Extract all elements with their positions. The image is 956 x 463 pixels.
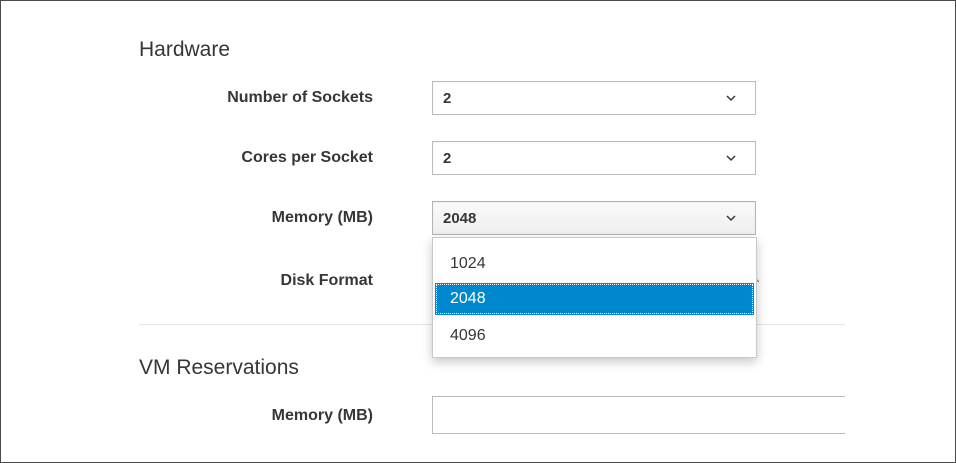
memory-label: Memory (MB) [271, 209, 373, 226]
settings-panel: Hardware Number of Sockets 2 Cores per S… [0, 0, 956, 463]
vm-reservations-title: VM Reservations [139, 356, 299, 379]
sockets-label: Number of Sockets [227, 89, 373, 106]
memory-select[interactable]: 2048 [432, 201, 756, 235]
cores-select[interactable]: 2 [432, 141, 756, 175]
cores-label: Cores per Socket [241, 149, 373, 166]
disk-format-label: Disk Format [280, 272, 373, 289]
chevron-down-icon [726, 215, 736, 222]
chevron-down-icon [726, 155, 736, 162]
chevron-down-icon [726, 95, 736, 102]
memory-option-2048[interactable]: 2048 [435, 283, 754, 315]
memory-option-1024[interactable]: 1024 [435, 248, 754, 280]
reservation-memory-input[interactable] [432, 396, 845, 434]
reservation-memory-label: Memory (MB) [271, 407, 373, 424]
memory-value: 2048 [443, 210, 477, 227]
sockets-value: 2 [443, 90, 452, 107]
memory-dropdown-list: 1024 2048 4096 [432, 237, 757, 358]
cores-value: 2 [443, 150, 452, 167]
sockets-select[interactable]: 2 [432, 81, 756, 115]
memory-option-4096[interactable]: 4096 [435, 320, 754, 352]
hardware-section-title: Hardware [139, 38, 231, 61]
